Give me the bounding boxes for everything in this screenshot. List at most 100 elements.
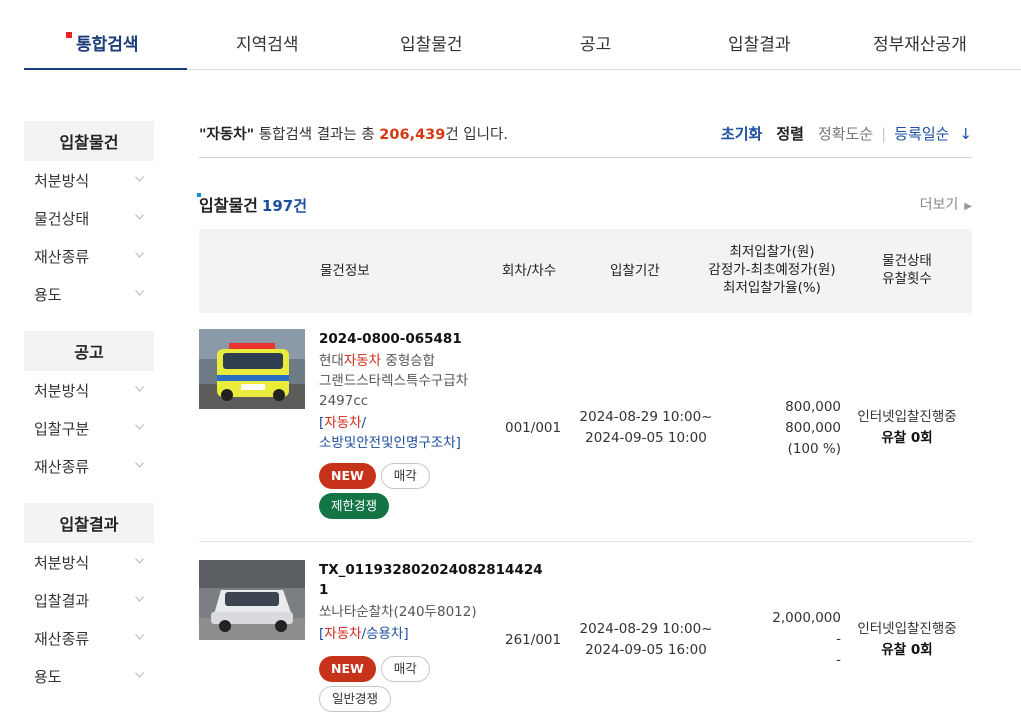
chevron-down-icon <box>135 385 144 395</box>
item-category: [자동차/소방및안전및인명구조차] <box>319 413 499 453</box>
item-number[interactable]: 2024-0800-065481 <box>319 329 499 349</box>
item-price-rate: (100 %) <box>787 441 841 457</box>
col-header-price-line3: 최저입찰가율(%) <box>723 280 821 296</box>
item-round: 001/001 <box>505 420 562 436</box>
item-title[interactable]: 현대자동차 중형승합 <box>319 351 499 371</box>
item-desc-line2: 2497cc <box>319 393 369 409</box>
item-price-appraisal: - <box>836 631 841 647</box>
col-header-status: 물건상태 유찰횟수 <box>859 252 955 288</box>
sidebar-item-label: 재산종류 <box>34 457 90 476</box>
sidebar-group-title: 입찰물건 <box>24 121 154 161</box>
sidebar-item[interactable]: 처분방식 <box>24 543 154 581</box>
sort-accuracy-button[interactable]: 정확도순 <box>818 123 873 144</box>
item-price-rate: - <box>836 652 841 668</box>
section-title-text: 입찰물건 <box>199 196 258 215</box>
sort-separator: | <box>881 124 887 143</box>
item-title[interactable]: 쏘나타순찰차(240두8012) <box>319 602 539 622</box>
result-summary-bar: "자동차" 통합검색 결과는 총 206,439건 입니다. 초기화 정렬 정확… <box>199 110 972 158</box>
result-text-mid: 통합검색 결과는 총 <box>254 127 380 143</box>
section-header: 입찰물건 197건 더보기 ▶ <box>196 192 972 215</box>
tab-region-search[interactable]: 지역검색 <box>236 30 299 55</box>
item-category-rest: / <box>361 415 367 431</box>
item-period-end: 2024-09-05 16:00 <box>585 642 707 658</box>
chevron-down-icon <box>135 289 144 299</box>
item-thumbnail[interactable] <box>199 329 305 409</box>
item-category-highlight: 자동차 <box>324 415 362 431</box>
item-period-start: 2024-08-29 10:00~ <box>579 409 713 425</box>
chevron-down-icon <box>135 213 144 223</box>
chevron-down-icon <box>135 461 144 471</box>
sidebar-item[interactable]: 용도 <box>24 657 154 695</box>
chevron-down-icon <box>135 251 144 261</box>
item-status-text: 인터넷입찰진행중 <box>857 409 957 425</box>
sidebar-item[interactable]: 재산종류 <box>24 619 154 657</box>
search-keyword: "자동차" <box>199 127 255 143</box>
item-badges-2: 일반경쟁 <box>319 686 539 712</box>
sort-label: 정렬 <box>776 125 804 143</box>
sidebar-group-title: 입찰결과 <box>24 503 154 543</box>
sidebar-item[interactable]: 입찰결과 <box>24 581 154 619</box>
more-label: 더보기 <box>919 197 959 213</box>
item-badges-2: 제한경쟁 <box>319 493 499 519</box>
competition-badge: 일반경쟁 <box>319 686 392 712</box>
sort-controls: 초기화 정렬 정확도순 | 등록일순 ↓ <box>721 123 972 144</box>
chevron-down-icon <box>135 557 144 567</box>
sort-date-button[interactable]: 등록일순 <box>894 123 949 144</box>
sidebar-item[interactable]: 처분방식 <box>24 161 154 199</box>
col-header-price: 최저입찰가(원) 감정가-최초예정가(원) 최저입찰가율(%) <box>697 243 847 297</box>
chevron-down-icon <box>135 671 144 681</box>
result-count: 206,439 <box>379 127 446 143</box>
item-price: 800,000 800,000 (100 %) <box>741 397 841 460</box>
new-badge: NEW <box>319 656 376 682</box>
tab-bid-items[interactable]: 입찰물건 <box>400 30 463 55</box>
sale-type-badge: 매각 <box>380 656 430 682</box>
col-header-price-line2: 감정가-최초예정가(원) <box>708 262 836 278</box>
active-tab-underline <box>24 68 187 70</box>
item-price-min: 2,000,000 <box>772 610 841 626</box>
top-tab-bar: 통합검색 지역검색 입찰물건 공고 입찰결과 정부재산공개 <box>24 0 1021 70</box>
sidebar-item-label: 입찰구분 <box>34 419 90 438</box>
sidebar-item[interactable]: 물건상태 <box>24 199 154 237</box>
result-summary: "자동차" 통합검색 결과는 총 206,439건 입니다. <box>199 123 508 144</box>
col-header-round: 회차/차수 <box>502 263 557 279</box>
tab-government-property[interactable]: 정부재산공개 <box>873 30 967 55</box>
sidebar-item[interactable]: 입찰구분 <box>24 409 154 447</box>
item-status-text: 인터넷입찰진행중 <box>857 621 957 637</box>
item-number[interactable]: TX_011932802024082814424​1 <box>319 560 543 600</box>
item-period: 2024-08-29 10:00~ 2024-09-05 10:00 <box>576 407 716 449</box>
col-header-period: 입찰기간 <box>610 263 660 279</box>
item-title-pre: 현대 <box>319 353 344 369</box>
item-category-rest: /승용차] <box>361 626 409 642</box>
item-price: 2,000,000 - - <box>741 608 841 671</box>
new-badge: NEW <box>319 463 376 489</box>
tab-bid-results[interactable]: 입찰결과 <box>728 30 791 55</box>
tab-integrated-search[interactable]: 통합검색 <box>66 30 139 55</box>
reset-button[interactable]: 초기화 <box>721 123 762 144</box>
item-period-start: 2024-08-29 10:00~ <box>579 621 713 637</box>
play-right-icon: ▶ <box>964 201 972 212</box>
chevron-down-icon <box>135 595 144 605</box>
more-link[interactable]: 더보기 ▶ <box>920 194 972 214</box>
filter-sidebar: 입찰물건 처분방식 물건상태 재산종류 용도 공고 처분방식 입찰구분 재산종류… <box>24 121 154 695</box>
sidebar-item-label: 물건상태 <box>34 209 90 228</box>
item-badges: NEW 매각 <box>319 656 539 682</box>
result-text-suffix: 건 입니다. <box>445 127 508 143</box>
table-row: TX_011932802024082814424​1 쏘나타순찰차(240두80… <box>199 542 972 712</box>
tab-notice[interactable]: 공고 <box>580 30 611 55</box>
col-header-status-line1: 물건상태 <box>882 253 932 269</box>
item-status: 인터넷입찰진행중 유찰 0회 <box>851 619 963 661</box>
sidebar-item[interactable]: 재산종류 <box>24 447 154 485</box>
sidebar-item-label: 재산종류 <box>34 247 90 266</box>
sale-type-badge: 매각 <box>380 463 430 489</box>
col-header-status-line2: 유찰횟수 <box>882 271 932 287</box>
sidebar-item-label: 용도 <box>34 667 62 686</box>
main-content: "자동차" 통합검색 결과는 총 206,439건 입니다. 초기화 정렬 정확… <box>196 110 972 712</box>
section-count: 197건 <box>261 197 308 215</box>
sidebar-item[interactable]: 처분방식 <box>24 371 154 409</box>
sidebar-item[interactable]: 용도 <box>24 275 154 313</box>
sort-arrow-down-icon[interactable]: ↓ <box>959 125 972 143</box>
chevron-down-icon <box>135 633 144 643</box>
sidebar-item[interactable]: 재산종류 <box>24 237 154 275</box>
sidebar-group-title: 공고 <box>24 331 154 371</box>
item-thumbnail[interactable] <box>199 560 305 640</box>
